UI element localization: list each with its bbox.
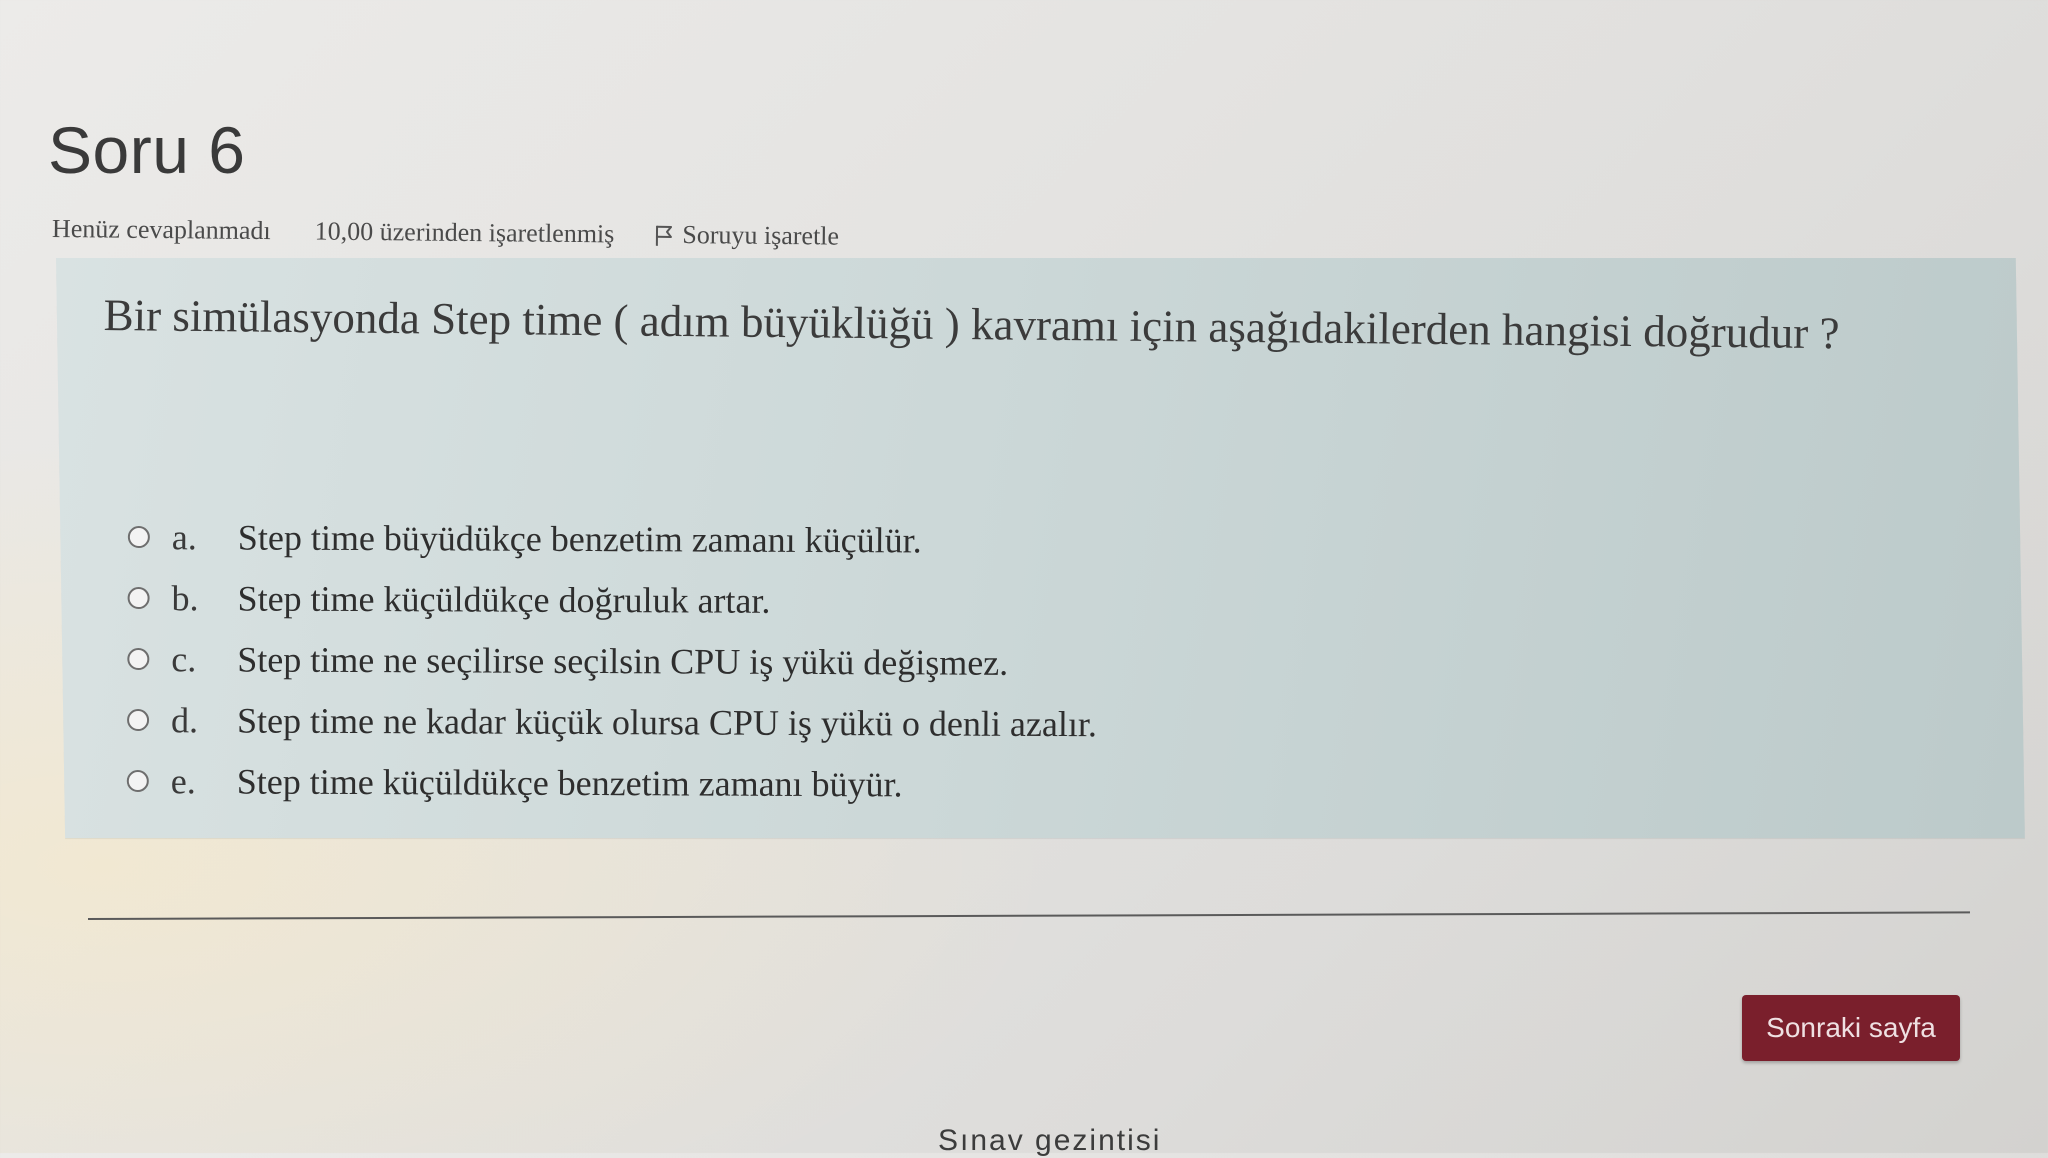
answer-option-a[interactable]: a. Step time büyüdükçe benzetim zamanı k…	[128, 506, 1628, 574]
question-grade: 10,00 üzerinden işaretlenmiş	[315, 217, 615, 250]
radio-button[interactable]	[127, 647, 149, 669]
answer-option-e[interactable]: e. Step time küçüldükçe benzetim zamanı …	[127, 750, 1627, 818]
answer-letter: d.	[171, 699, 237, 741]
answer-text: Step time büyüdükçe benzetim zamanı küçü…	[238, 516, 922, 561]
answer-option-b[interactable]: b. Step time küçüldükçe doğruluk artar.	[127, 567, 1627, 635]
question-title: Soru 6	[48, 112, 245, 188]
radio-button[interactable]	[128, 586, 150, 608]
flag-question-link[interactable]: Soruyu işaretle	[654, 220, 839, 252]
radio-button[interactable]	[128, 525, 150, 547]
answer-text: Step time küçüldükçe doğruluk artar.	[238, 577, 771, 621]
answer-text: Step time ne kadar küçük olursa CPU iş y…	[237, 699, 1097, 745]
radio-button[interactable]	[127, 769, 149, 791]
answer-letter: b.	[172, 577, 238, 619]
flag-question-label: Soruyu işaretle	[682, 220, 839, 252]
divider	[88, 911, 1970, 920]
answer-option-d[interactable]: d. Step time ne kadar küçük olursa CPU i…	[127, 689, 1627, 757]
question-info: Henüz cevaplanmadı 10,00 üzerinden işare…	[52, 214, 839, 252]
answer-letter: a.	[172, 516, 238, 558]
radio-button[interactable]	[127, 708, 149, 730]
answer-text: Step time küçüldükçe benzetim zamanı büy…	[237, 760, 903, 805]
question-status: Henüz cevaplanmadı	[52, 214, 271, 246]
answer-letter: c.	[171, 638, 237, 680]
answer-text: Step time ne seçilirse seçilsin CPU iş y…	[237, 638, 1008, 683]
flag-icon	[654, 223, 674, 247]
answer-letter: e.	[171, 760, 237, 802]
answer-list: a. Step time büyüdükçe benzetim zamanı k…	[127, 506, 1628, 818]
next-page-button[interactable]: Sonraki sayfa	[1742, 995, 1960, 1061]
answer-option-c[interactable]: c. Step time ne seçilirse seçilsin CPU i…	[127, 628, 1627, 696]
